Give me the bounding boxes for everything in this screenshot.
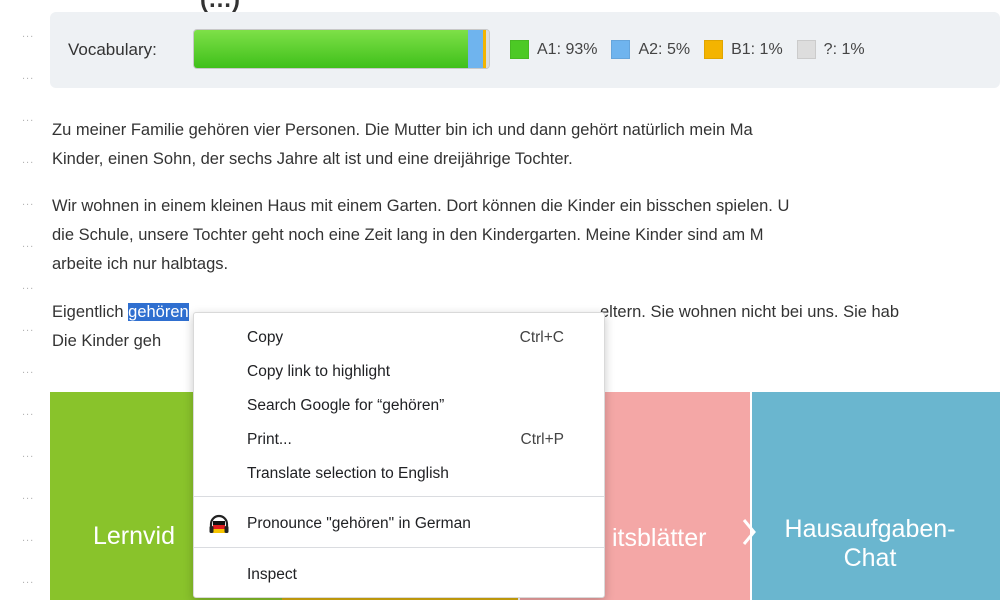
text-before-selection: Eigentlich [52,303,129,321]
paragraph-2: Wir wohnen in einem kleinen Haus mit ein… [52,192,1000,279]
tile-label-hausaufgaben-chat: Hausaufgaben- Chat [770,515,970,573]
menu-item-search-google[interactable]: Search Google for “gehören” [194,390,604,422]
menu-separator [194,547,604,548]
legend-label-a1: A1: 93% [537,40,598,58]
paragraph-line: Zu meiner Familie gehören vier Personen.… [52,121,753,139]
menu-item-translate[interactable]: Translate selection to English [194,458,604,490]
menu-item-label: Print... [247,431,292,448]
legend-label-a2: A2: 5% [638,40,691,58]
tile-label-lernvideos: Lernvid [93,522,175,550]
gutter-dots: ... [22,364,35,376]
selected-word[interactable]: gehören [128,303,189,321]
menu-separator [194,496,604,497]
menu-item-label: Copy link to highlight [247,363,391,380]
gutter-dots: ... [22,532,35,544]
vocabulary-level-bar [193,29,490,69]
menu-item-copy-link[interactable]: Copy link to highlight [194,356,604,388]
legend-item-b1: B1: 1% [704,40,783,59]
menu-item-copy[interactable]: Copy Ctrl+C [194,322,604,354]
legend-label-unknown: ?: 1% [823,40,865,58]
tile-label-line: Chat [843,544,897,572]
paragraph-line: arbeite ich nur halbtags. [52,255,229,273]
tile-label-arbeitsblaetter: itsblätter [612,524,707,552]
menu-item-label: Pronounce "gehören" in German [247,515,471,532]
menu-item-label: Inspect [247,566,297,583]
bar-segment-unknown [486,30,489,68]
menu-item-label: Copy [247,329,284,346]
gutter-dots: ... [22,448,35,460]
legend-swatch-a2 [611,40,631,59]
legend-label-b1: B1: 1% [731,40,783,58]
paragraph-line: Wir wohnen in einem kleinen Haus mit ein… [52,197,790,215]
tile-hausaufgaben-chat[interactable]: Hausaufgaben- Chat [752,392,1000,600]
menu-item-print[interactable]: Print... Ctrl+P [194,424,604,456]
menu-item-label: Translate selection to English [247,465,449,482]
menu-item-label: Search Google for “gehören” [247,397,445,414]
gutter-dots: ... [22,70,35,82]
legend-item-a1: A1: 93% [510,40,597,59]
bar-segment-a1 [194,30,469,68]
legend-swatch-a1 [510,40,529,59]
gutter-dots: ... [22,280,35,292]
vocabulary-label: Vocabulary: [68,40,157,59]
context-menu: Copy Ctrl+C Copy link to highlight Searc… [193,312,605,598]
gutter-dots: ... [22,574,35,586]
paragraph-line: die Schule, unsere Tochter geht noch ein… [52,226,764,244]
menu-item-pronounce[interactable]: Pronounce "gehören" in German [194,508,604,540]
gutter-dots: ... [22,112,35,124]
text-after-selection: eltern. Sie wohnen nicht bei uns. Sie ha… [600,303,900,321]
legend-swatch-unknown [796,40,816,59]
paragraph-1: Zu meiner Familie gehören vier Personen.… [52,116,1000,174]
gutter-dots: ... [22,238,35,250]
menu-item-shortcut: Ctrl+P [520,431,565,448]
gutter-dots: ... [22,154,35,166]
headset-icon [209,514,229,533]
paragraph-line: Kinder, einen Sohn, der sechs Jahre alt … [52,150,573,168]
legend-item-unknown: ?: 1% [796,40,865,59]
legend-swatch-b1 [704,40,724,59]
vocabulary-legend: A1: 93% A2: 5% B1: 1% ?: 1% [510,40,865,59]
tile-label-line: Hausaufgaben- [784,515,956,543]
gutter-dots: ... [22,28,35,40]
gutter-dots: ... [22,406,35,418]
vocabulary-panel: Vocabulary: A1: 93% A2: 5% B1: 1% ?: 1% [50,12,1000,88]
menu-item-shortcut: Ctrl+C [519,329,564,346]
menu-item-inspect[interactable]: Inspect [194,559,604,591]
chevron-right-icon [742,519,756,545]
legend-item-a2: A2: 5% [611,40,690,59]
gutter-dots: ... [22,490,35,502]
bar-segment-a2 [468,30,484,68]
left-gutter: ... ... ... ... ... ... ... ... ... ... … [0,0,44,600]
gutter-dots: ... [22,322,35,334]
gutter-dots: ... [22,196,35,208]
